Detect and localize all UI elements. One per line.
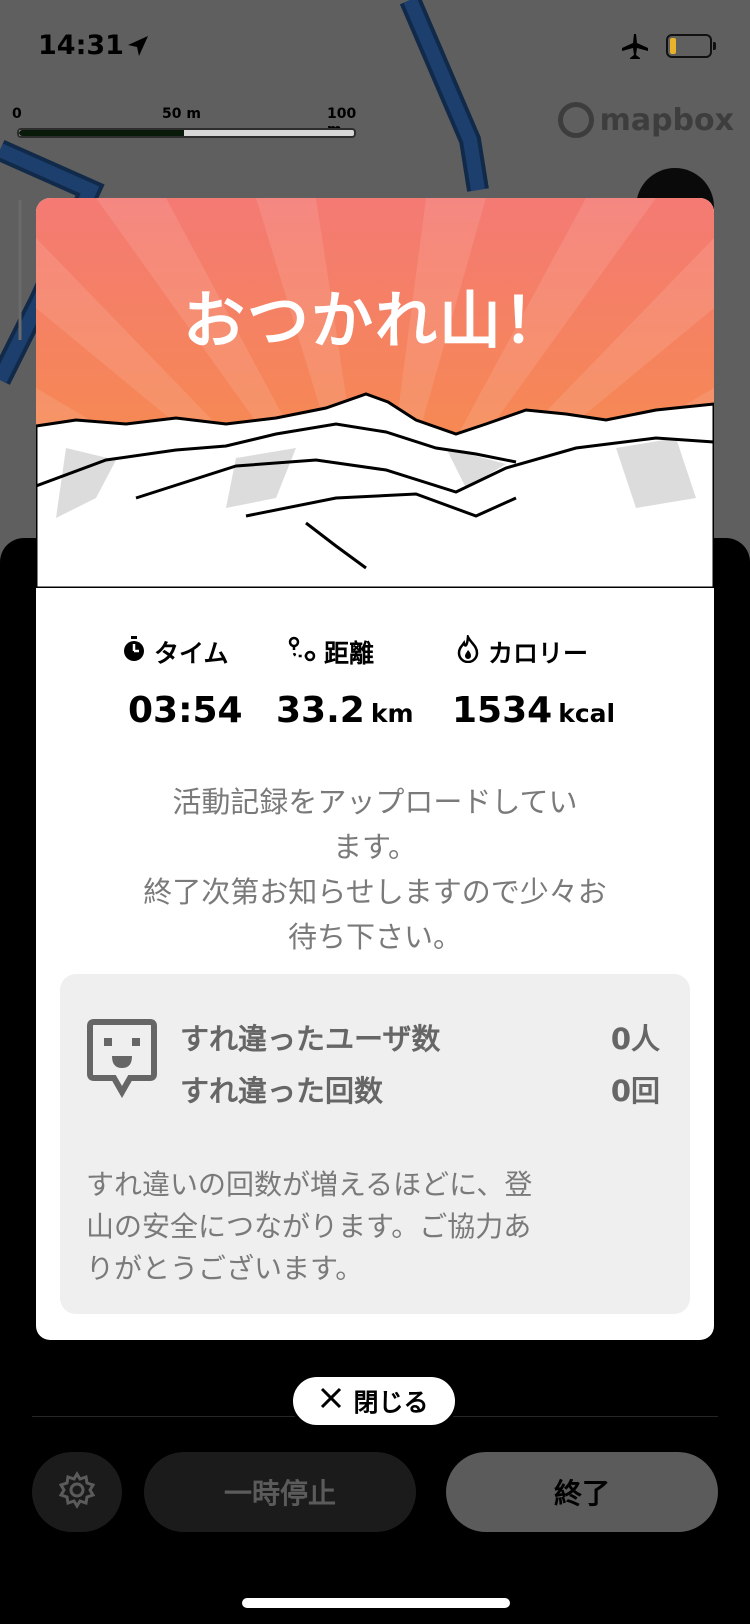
pause-button[interactable]: 一時停止: [144, 1452, 416, 1532]
scale-bar: [17, 128, 356, 138]
stat-distance-text: 距離: [324, 639, 375, 668]
scale-bar-fill: [19, 130, 184, 136]
summary-modal: おつかれ山！ タイム 距離 カロリー 03:54 33.2 km 1534 kc…: [36, 198, 714, 1340]
status-time: 14:31: [38, 30, 124, 61]
mapbox-wordmark: mapbox: [599, 102, 734, 138]
close-label: 閉じる: [353, 1388, 429, 1417]
stat-time-label: タイム: [122, 634, 229, 670]
encounter-note-line: りがとうございます。: [86, 1252, 364, 1285]
battery-icon: [666, 34, 716, 58]
encounter-users-value: 0人: [610, 1022, 660, 1056]
mapbox-logo[interactable]: mapbox: [557, 102, 734, 138]
encounter-count-value: 0回: [610, 1074, 660, 1108]
home-indicator: [242, 1598, 510, 1608]
stat-calorie-text: カロリー: [488, 639, 589, 668]
mapbox-logo-icon: [557, 102, 594, 138]
gear-icon: [57, 1470, 97, 1514]
upload-message-line: ます。: [332, 830, 418, 864]
scale-tick-mid: 50 m: [162, 106, 201, 122]
map-scale: 0 50 m 100 m: [12, 106, 372, 146]
status-bar: 14:31: [38, 30, 716, 70]
stat-calorie-label: カロリー: [456, 632, 589, 670]
hero-illustration: [36, 198, 714, 590]
distance-value: 33.2: [276, 690, 365, 731]
encounter-note: すれ違いの回数が増えるほどに、登 山の安全につながります。ご協力あ りがとうござ…: [86, 1164, 666, 1290]
upload-message-line: 活動記録をアップロードしてい: [172, 785, 578, 819]
settings-button[interactable]: [32, 1452, 122, 1532]
distance-unit: km: [370, 699, 414, 728]
hero-banner: おつかれ山！: [36, 198, 714, 590]
close-icon: [319, 1386, 343, 1416]
stat-time-value: 03:54: [128, 690, 243, 731]
encounter-note-line: すれ違いの回数が増えるほどに、登: [86, 1168, 533, 1201]
stat-calorie-value: 1534 kcal: [452, 690, 615, 731]
stat-distance-label: 距離: [288, 634, 374, 670]
stat-distance-value: 33.2 km: [276, 690, 414, 731]
route-icon: [288, 636, 316, 668]
encounter-count-row: すれ違った回数 0回: [180, 1068, 660, 1110]
stat-time-text: タイム: [154, 639, 229, 668]
stopwatch-icon: [122, 636, 146, 668]
encounter-users-label: すれ違ったユーザ数: [180, 1022, 441, 1056]
calorie-unit: kcal: [558, 699, 616, 728]
airplane-icon: [620, 32, 650, 64]
stats-values: 03:54 33.2 km 1534 kcal: [36, 690, 714, 740]
upload-message-line: 終了次第お知らせしますので少々お: [143, 875, 607, 909]
location-arrow-icon: [126, 34, 150, 62]
upload-message-line: 待ち下さい。: [287, 920, 462, 954]
encounter-panel: すれ違ったユーザ数 0人 すれ違った回数 0回 すれ違いの回数が増えるほどに、登…: [60, 974, 690, 1314]
end-button[interactable]: 終了: [446, 1452, 718, 1532]
upload-message: 活動記録をアップロードしてい ます。 終了次第お知らせしますので少々お 待ち下さ…: [86, 780, 664, 960]
encounter-note-line: 山の安全につながります。ご協力あ: [86, 1210, 532, 1243]
close-button[interactable]: 閉じる: [290, 1374, 458, 1428]
encounter-face-icon: [86, 1018, 158, 1102]
flame-icon: [456, 632, 480, 669]
modal-title: おつかれ山！: [182, 284, 567, 357]
encounter-users-row: すれ違ったユーザ数 0人: [180, 1016, 660, 1058]
time-value: 03:54: [128, 690, 243, 731]
stats-labels: タイム 距離 カロリー: [36, 632, 714, 674]
encounter-count-label: すれ違った回数: [180, 1074, 384, 1108]
scale-tick-0: 0: [12, 106, 22, 122]
calorie-value: 1534: [452, 690, 553, 731]
